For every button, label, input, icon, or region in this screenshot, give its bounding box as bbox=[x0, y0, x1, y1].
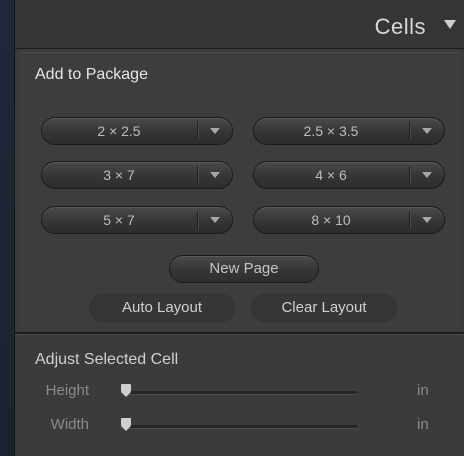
separator bbox=[197, 166, 198, 184]
separator bbox=[409, 122, 410, 140]
size-button-label: 5 × 7 bbox=[103, 212, 135, 228]
height-unit: in bbox=[417, 382, 429, 399]
size-button-8x10[interactable]: 8 × 10 bbox=[253, 206, 445, 234]
height-slider-thumb[interactable] bbox=[121, 384, 131, 397]
panel-title: Cells bbox=[374, 14, 426, 39]
size-button-2.5x3.5[interactable]: 2.5 × 3.5 bbox=[253, 117, 445, 145]
width-slider-thumb[interactable] bbox=[121, 418, 131, 431]
auto-layout-button[interactable]: Auto Layout bbox=[89, 294, 235, 322]
size-button-2x2.5[interactable]: 2 × 2.5 bbox=[41, 117, 233, 145]
size-button-3x7[interactable]: 3 × 7 bbox=[41, 161, 233, 189]
size-button-label: 8 × 10 bbox=[311, 212, 351, 228]
height-slider-track[interactable] bbox=[125, 391, 357, 395]
separator bbox=[409, 211, 410, 229]
separator bbox=[409, 166, 410, 184]
slider-thumb-tip bbox=[121, 392, 131, 397]
chevron-down-icon[interactable] bbox=[210, 217, 220, 223]
width-slider-track[interactable] bbox=[125, 425, 357, 429]
size-button-label: 2 × 2.5 bbox=[97, 123, 141, 139]
panel-header[interactable]: Cells bbox=[15, 0, 464, 49]
adjust-selected-cell-title: Adjust Selected Cell bbox=[35, 351, 179, 368]
chevron-down-icon[interactable] bbox=[422, 172, 432, 178]
adjust-selected-cell-section: Adjust Selected Cell Height in Width in bbox=[19, 338, 461, 456]
separator bbox=[197, 211, 198, 229]
width-label: Width bbox=[50, 416, 89, 433]
clear-layout-button[interactable]: Clear Layout bbox=[251, 294, 397, 322]
slider-thumb-cap bbox=[121, 384, 131, 392]
size-button-label: 4 × 6 bbox=[315, 167, 347, 183]
chevron-down-icon[interactable] bbox=[422, 128, 432, 134]
add-to-package-title: Add to Package bbox=[35, 66, 148, 83]
cells-panel: Cells Add to Package 2 × 2.5 2.5 × 3.5 3… bbox=[14, 0, 464, 456]
separator bbox=[197, 122, 198, 140]
chevron-down-icon[interactable] bbox=[210, 128, 220, 134]
new-page-button[interactable]: New Page bbox=[169, 255, 319, 283]
chevron-down-icon[interactable] bbox=[210, 172, 220, 178]
height-label: Height bbox=[45, 382, 89, 399]
size-button-label: 2.5 × 3.5 bbox=[303, 123, 359, 139]
size-button-label: 3 × 7 bbox=[103, 167, 135, 183]
collapse-triangle-icon[interactable] bbox=[444, 20, 456, 29]
height-slider-row: Height in bbox=[19, 380, 461, 404]
section-divider bbox=[15, 332, 464, 335]
size-button-5x7[interactable]: 5 × 7 bbox=[41, 206, 233, 234]
slider-thumb-cap bbox=[121, 418, 131, 426]
size-button-4x6[interactable]: 4 × 6 bbox=[253, 161, 445, 189]
add-to-package-section: Add to Package 2 × 2.5 2.5 × 3.5 3 × 7 4… bbox=[19, 52, 461, 331]
chevron-down-icon[interactable] bbox=[422, 217, 432, 223]
slider-thumb-tip bbox=[121, 426, 131, 431]
width-unit: in bbox=[417, 416, 429, 433]
width-slider-row: Width in bbox=[19, 414, 461, 438]
